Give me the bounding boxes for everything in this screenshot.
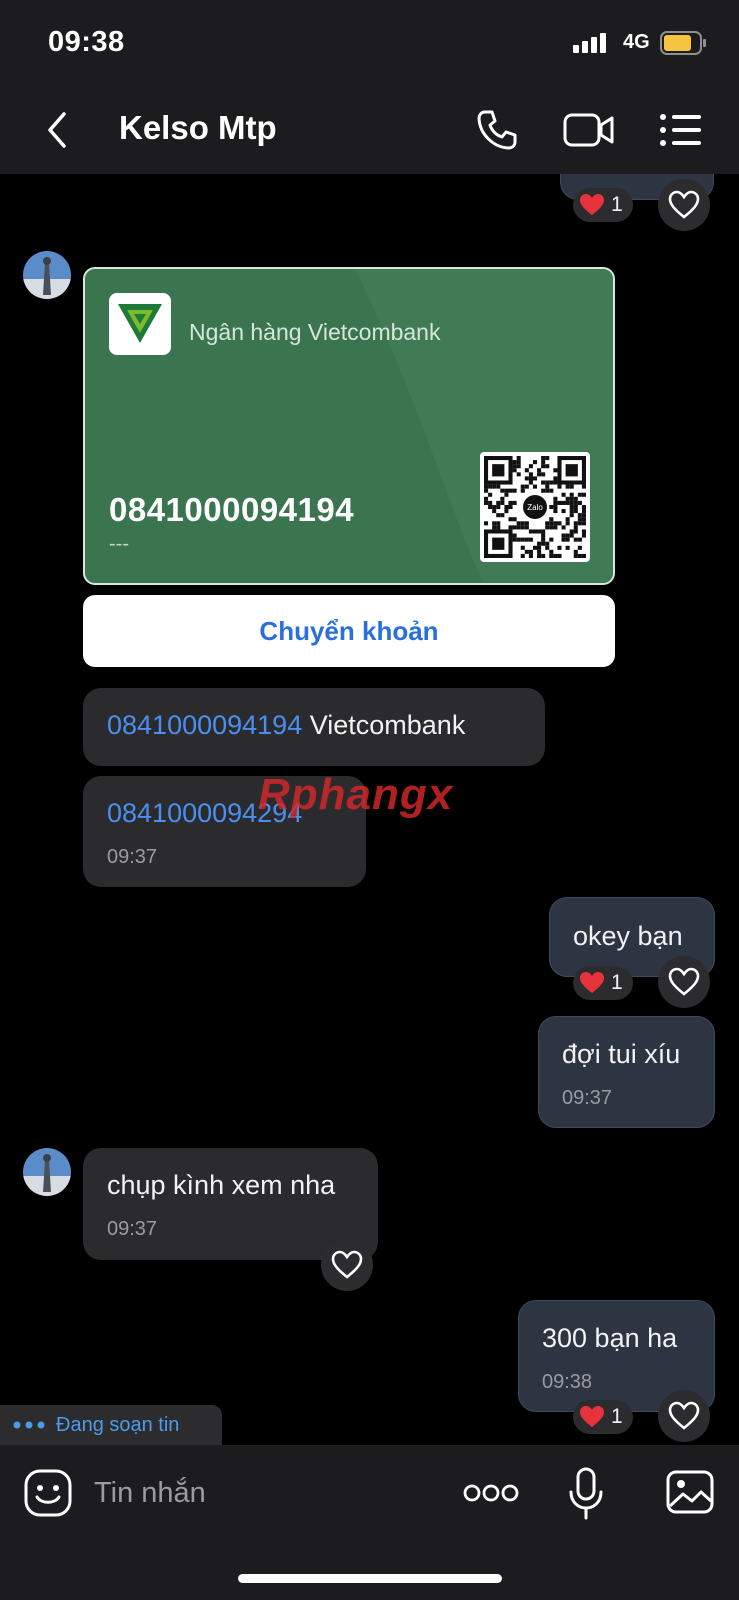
- typing-indicator: Đang soạn tin: [0, 1405, 222, 1445]
- message-time: 09:37: [562, 1087, 613, 1109]
- sticker-emoji-icon[interactable]: [23, 1468, 73, 1518]
- heart-reaction-icon: [580, 194, 604, 215]
- message-time: 09:37: [107, 1218, 158, 1240]
- like-button[interactable]: [658, 179, 710, 231]
- account-number: 0841000094194: [109, 491, 355, 528]
- phone-call-icon[interactable]: [475, 108, 519, 152]
- home-indicator: [238, 1574, 502, 1583]
- bank-card[interactable]: Ngân hàng Vietcombank 0841000094194 --- …: [83, 267, 615, 585]
- message-time: 09:37: [107, 846, 158, 868]
- typing-text: Đang soạn tin: [56, 1413, 180, 1436]
- reaction-count: 1: [611, 193, 623, 216]
- vietcombank-logo: [109, 293, 171, 355]
- microphone-icon[interactable]: [568, 1466, 604, 1522]
- contact-name[interactable]: Kelso Mtp: [119, 109, 277, 147]
- more-options-icon[interactable]: [463, 1480, 519, 1506]
- message-text: đợi tui xíu: [562, 1039, 681, 1069]
- avatar[interactable]: [23, 1148, 71, 1196]
- heart-outline-icon: [331, 1250, 363, 1279]
- message-text: 0841000094194 Vietcombank: [107, 710, 465, 741]
- image-gallery-icon[interactable]: [665, 1468, 715, 1516]
- avatar-image: [23, 251, 71, 299]
- message-text-rest: Vietcombank: [302, 710, 466, 740]
- message-text: okey bạn: [573, 921, 683, 951]
- message-text: chụp kình xem nha: [107, 1170, 336, 1200]
- watermark: Rphangx: [258, 770, 454, 819]
- message-bubble-sent[interactable]: đợi tui xíu 09:37: [538, 1016, 715, 1128]
- like-button[interactable]: [321, 1239, 373, 1291]
- reaction-count: 1: [611, 971, 623, 994]
- battery-icon: [660, 31, 706, 55]
- heart-outline-icon: [668, 1401, 700, 1430]
- transfer-button[interactable]: Chuyển khoản: [83, 595, 615, 667]
- like-button[interactable]: [658, 956, 710, 1008]
- menu-list-icon[interactable]: [659, 112, 703, 148]
- network-type: 4G: [623, 31, 650, 53]
- reaction-count: 1: [611, 1405, 623, 1428]
- heart-reaction-icon: [580, 1406, 604, 1427]
- signal-icon: [573, 33, 606, 53]
- message-input[interactable]: Tin nhắn: [94, 1477, 206, 1510]
- zalo-qr-badge: Zalo: [521, 493, 549, 521]
- avatar-image: [23, 1148, 71, 1196]
- header-bottom: [0, 150, 739, 174]
- heart-outline-icon: [668, 967, 700, 996]
- heart-reaction-icon: [580, 972, 604, 993]
- message-time: 09:38: [542, 1371, 593, 1393]
- message-text: 300 bạn ha: [542, 1323, 678, 1353]
- heart-outline-icon: [668, 190, 700, 219]
- status-time: 09:38: [48, 26, 125, 58]
- vietcombank-logo-icon: [118, 304, 162, 343]
- back-icon[interactable]: [40, 108, 74, 152]
- reaction-pill[interactable]: 1: [573, 1400, 633, 1434]
- avatar[interactable]: [23, 251, 71, 299]
- account-number-link[interactable]: 0841000094194: [107, 710, 302, 740]
- video-call-icon[interactable]: [563, 110, 615, 150]
- message-bubble[interactable]: 0841000094194 Vietcombank: [83, 688, 545, 766]
- like-button[interactable]: [658, 1390, 710, 1442]
- typing-dots-icon: [13, 1421, 45, 1429]
- account-holder: ---: [109, 533, 129, 555]
- qr-code[interactable]: Zalo: [480, 452, 590, 562]
- reaction-pill[interactable]: 1: [573, 966, 633, 1000]
- bank-name: Ngân hàng Vietcombank: [189, 319, 441, 345]
- reaction-pill[interactable]: 1: [573, 188, 633, 222]
